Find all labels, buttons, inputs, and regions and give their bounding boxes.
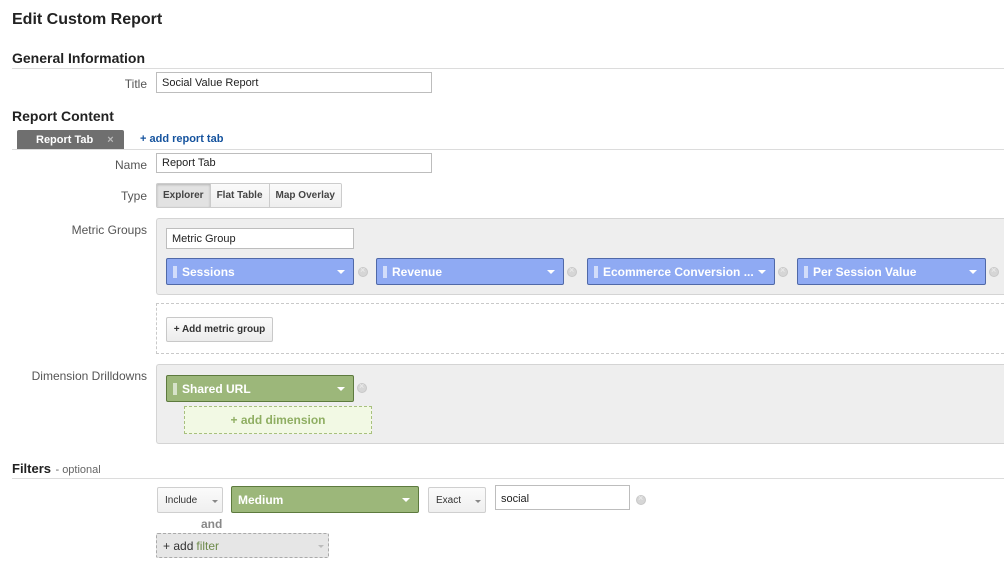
type-selector: Explorer Flat Table Map Overlay xyxy=(156,183,342,208)
drag-handle-icon[interactable] xyxy=(804,265,808,278)
remove-icon[interactable] xyxy=(358,265,368,277)
optional-label: - optional xyxy=(55,464,101,476)
dimension-pill-shared-url[interactable]: Shared URL xyxy=(166,375,354,402)
metric-pill-per-session-value[interactable]: Per Session Value xyxy=(797,258,986,285)
dimension-drilldowns-label: Dimension Drilldowns xyxy=(31,369,147,383)
filter-include-select[interactable]: Include xyxy=(157,487,223,513)
tab-report-tab[interactable]: Report Tab × xyxy=(17,130,124,149)
chevron-down-icon[interactable] xyxy=(547,270,555,274)
add-filter-prefix: + add xyxy=(163,538,194,553)
metric-label: Revenue xyxy=(392,264,443,279)
remove-icon[interactable] xyxy=(778,265,788,277)
and-label: and xyxy=(201,517,223,531)
metric-label: Per Session Value xyxy=(813,264,917,279)
metric-label: Ecommerce Conversion ... xyxy=(603,264,754,279)
chevron-down-icon xyxy=(212,500,218,503)
remove-icon[interactable] xyxy=(636,493,646,505)
filter-mode-label: Include xyxy=(165,494,198,506)
chevron-down-icon[interactable] xyxy=(402,498,410,502)
general-information-heading: General Information xyxy=(12,50,146,66)
type-explorer-button[interactable]: Explorer xyxy=(157,184,211,207)
add-filter-word: filter xyxy=(196,538,220,553)
filters-heading: Filters - optional xyxy=(12,460,101,478)
report-content-heading: Report Content xyxy=(12,108,114,124)
drag-handle-icon[interactable] xyxy=(383,265,387,278)
filter-value-input[interactable]: social xyxy=(495,485,630,510)
filter-match-select[interactable]: Exact xyxy=(428,487,486,513)
filters-title: Filters xyxy=(12,461,52,476)
metric-group-name-input[interactable]: Metric Group xyxy=(166,228,354,249)
add-metric-group-area: + Add metric group xyxy=(156,303,1004,354)
chevron-down-icon[interactable] xyxy=(758,270,766,274)
filter-dimension-label: Medium xyxy=(238,492,284,507)
chevron-down-icon[interactable] xyxy=(337,387,345,391)
close-icon[interactable]: × xyxy=(107,134,113,146)
title-label: Title xyxy=(124,77,147,91)
tab-label: Report Tab xyxy=(36,133,94,146)
dimension-label: Shared URL xyxy=(182,381,251,396)
divider xyxy=(12,149,1004,150)
chevron-down-icon xyxy=(475,500,481,503)
remove-icon[interactable] xyxy=(989,265,999,277)
title-input[interactable]: Social Value Report xyxy=(156,72,432,93)
metric-pill-sessions[interactable]: Sessions xyxy=(166,258,354,285)
add-report-tab-link[interactable]: + add report tab xyxy=(140,133,223,145)
add-metric-group-button[interactable]: + Add metric group xyxy=(166,317,273,342)
page-title: Edit Custom Report xyxy=(12,11,163,28)
add-dimension-button[interactable]: + add dimension xyxy=(184,406,372,434)
drag-handle-icon[interactable] xyxy=(173,382,177,395)
metric-groups-label: Metric Groups xyxy=(71,223,147,237)
divider xyxy=(12,478,1004,479)
metric-pill-revenue[interactable]: Revenue xyxy=(376,258,564,285)
drag-handle-icon[interactable] xyxy=(594,265,598,278)
metric-pill-ecommerce-conversion[interactable]: Ecommerce Conversion ... xyxy=(587,258,775,285)
chevron-down-icon[interactable] xyxy=(969,270,977,274)
divider xyxy=(12,68,1004,69)
filter-dimension-medium[interactable]: Medium xyxy=(231,486,419,513)
metric-group-panel: Metric Group Sessions Revenue Ecommerce … xyxy=(156,218,1004,295)
name-input[interactable]: Report Tab xyxy=(156,153,432,173)
dimension-panel: Shared URL + add dimension xyxy=(156,364,1004,444)
chevron-down-icon[interactable] xyxy=(337,270,345,274)
remove-icon[interactable] xyxy=(357,381,367,393)
metric-label: Sessions xyxy=(182,264,235,279)
add-filter-button[interactable]: + add filter xyxy=(156,533,329,558)
remove-icon[interactable] xyxy=(567,265,577,277)
drag-handle-icon[interactable] xyxy=(173,265,177,278)
type-flat-table-button[interactable]: Flat Table xyxy=(210,184,270,207)
filter-match-label: Exact xyxy=(436,494,462,506)
name-label: Name xyxy=(114,158,147,172)
type-map-overlay-button[interactable]: Map Overlay xyxy=(269,184,341,207)
chevron-down-icon xyxy=(318,545,324,548)
type-label: Type xyxy=(120,189,147,203)
